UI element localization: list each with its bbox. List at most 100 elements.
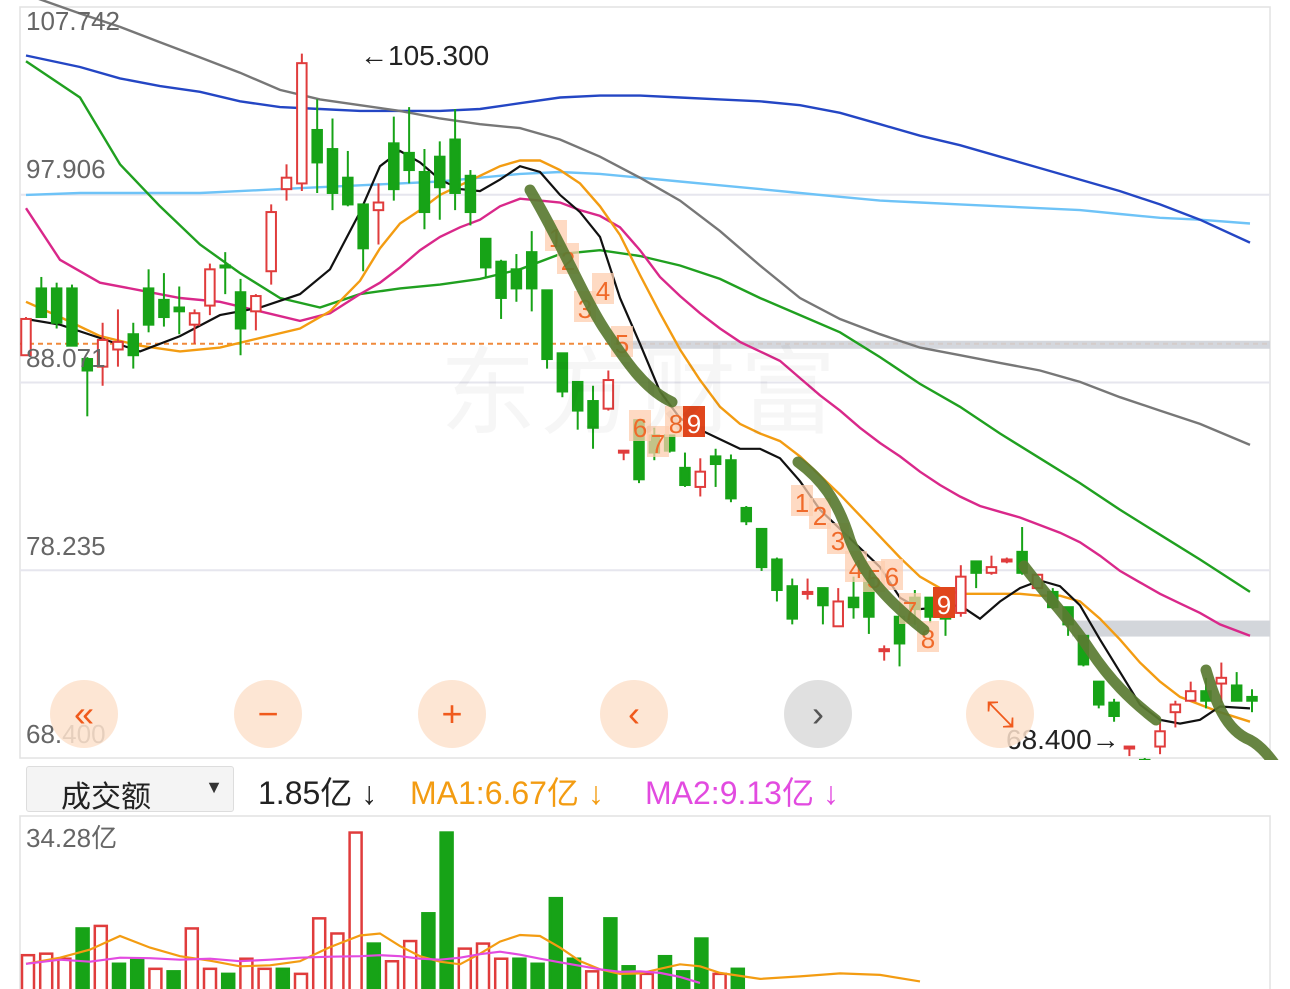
- scroll-right-button[interactable]: ›: [784, 680, 852, 748]
- candle: [173, 286, 186, 335]
- volume-bar: [111, 962, 127, 989]
- candle: [1154, 721, 1166, 755]
- volume-axis-label: 34.28亿: [26, 823, 118, 853]
- candle-body: [326, 148, 339, 194]
- candle: [296, 53, 308, 192]
- candle: [66, 284, 78, 347]
- volume-bar: [93, 924, 109, 989]
- volume-bar: [512, 957, 527, 989]
- candle: [495, 259, 507, 319]
- candle-body: [878, 648, 890, 653]
- candle: [985, 555, 998, 575]
- candle: [142, 269, 155, 333]
- candle-body: [817, 587, 829, 607]
- candle: [771, 557, 783, 602]
- ma120-line: [25, 54, 1251, 244]
- candle: [525, 231, 538, 312]
- candle-body: [1215, 676, 1228, 685]
- price-axis-label: 107.742: [26, 6, 120, 36]
- sequence-number: 1: [795, 488, 809, 518]
- candle-body: [449, 138, 461, 194]
- fullscreen-button[interactable]: ⤡: [966, 680, 1034, 748]
- volume-bar: [584, 970, 600, 989]
- volume-bar: [239, 957, 254, 989]
- sequence-number: 2: [813, 501, 827, 531]
- volume-bar: [166, 970, 181, 989]
- candle: [204, 263, 216, 316]
- candle-body: [1230, 684, 1243, 702]
- candle-body: [970, 560, 982, 574]
- volume-bar: [348, 831, 363, 989]
- volume-ma1: MA1:6.67亿 ↓: [410, 775, 604, 811]
- candle-body: [342, 176, 354, 206]
- volume-chart[interactable]: [0, 810, 1290, 989]
- plus-icon: +: [441, 693, 463, 734]
- candle: [35, 276, 48, 319]
- candle-body: [296, 62, 308, 185]
- candle-body: [35, 287, 48, 319]
- candle-body: [985, 566, 998, 574]
- volume-bar: [75, 927, 90, 989]
- candle-body: [311, 128, 323, 164]
- scroll-left-button[interactable]: ‹: [600, 680, 668, 748]
- sequence-number: 6: [885, 562, 899, 592]
- candle: [878, 645, 890, 661]
- volume-bar: [712, 972, 727, 989]
- candle-body: [801, 590, 814, 595]
- volume-bar: [220, 972, 236, 989]
- candle: [709, 448, 722, 487]
- zoom-out-button[interactable]: −: [234, 680, 302, 748]
- candle-body: [112, 340, 124, 351]
- candle-body: [832, 600, 844, 628]
- candle-body: [388, 142, 400, 191]
- candle: [740, 506, 753, 526]
- candle-body: [357, 203, 369, 250]
- volume-bar: [293, 972, 309, 989]
- price-axis-label: 97.906: [26, 154, 106, 184]
- candle-body: [434, 155, 446, 189]
- candle-body: [694, 470, 707, 488]
- candle-body: [158, 298, 170, 319]
- candle-body: [1123, 745, 1136, 750]
- chevron-right-icon: ›: [812, 693, 824, 734]
- candle: [357, 203, 369, 272]
- candle: [755, 527, 768, 571]
- candle: [326, 118, 339, 211]
- price-axis-label: 78.235: [26, 531, 106, 561]
- volume-bar: [57, 957, 72, 989]
- candle-body: [771, 558, 783, 592]
- candle: [372, 183, 385, 245]
- high-price-marker: ←105.300: [360, 40, 490, 71]
- candle-body: [1092, 680, 1105, 706]
- volume-bar: [366, 942, 382, 989]
- volume-bar: [530, 962, 545, 989]
- volume-bar: [202, 967, 218, 989]
- candle-body: [403, 151, 415, 172]
- candle-body: [955, 575, 967, 614]
- candle: [112, 309, 124, 367]
- candle-body: [479, 237, 492, 269]
- volume-ma2: MA2:9.13亿 ↓: [645, 775, 839, 811]
- volume-bar: [639, 972, 655, 989]
- volume-bar: [421, 912, 436, 989]
- candle-body: [679, 466, 691, 487]
- candle: [1184, 681, 1197, 702]
- watermark: 东方财富: [440, 315, 840, 454]
- volume-bar: [603, 917, 618, 989]
- volume-bar: [457, 947, 473, 989]
- candle: [786, 578, 799, 625]
- scroll-to-start-button[interactable]: «: [50, 680, 118, 748]
- candle: [434, 141, 446, 220]
- candle-body: [265, 211, 277, 273]
- candle: [1230, 672, 1243, 702]
- candle-body: [127, 333, 140, 357]
- candle: [127, 322, 140, 369]
- candle: [403, 107, 415, 184]
- candle-body: [280, 176, 293, 191]
- volume-bar: [20, 953, 36, 989]
- ma250-line: [25, 170, 1251, 225]
- candle-body: [1154, 730, 1166, 748]
- zoom-in-button[interactable]: +: [418, 680, 486, 748]
- indicator-select[interactable]: 成交额 ▼: [26, 766, 234, 814]
- candle-body: [755, 527, 768, 569]
